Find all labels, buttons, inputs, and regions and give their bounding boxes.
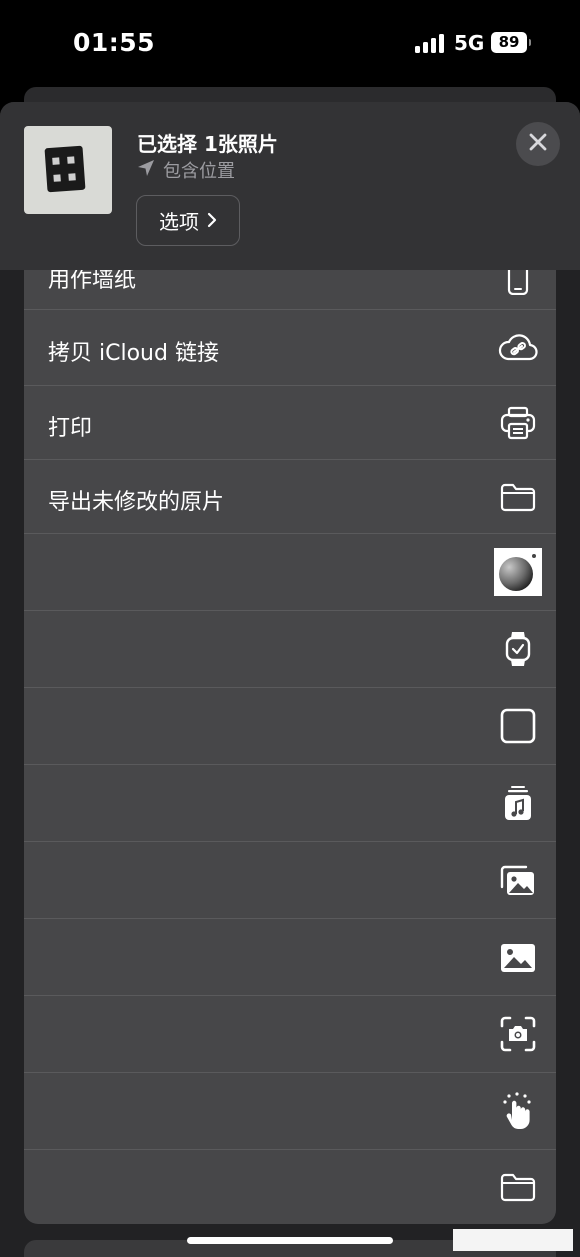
square-icon	[498, 706, 538, 746]
camera-scan-icon	[498, 1014, 538, 1054]
action-list: 用作墙纸 拷贝 iCloud 链接 打印 导出未修改的原片	[24, 236, 556, 1224]
location-label: 包含位置	[163, 161, 235, 182]
action-label: 拷贝 iCloud 链接	[48, 341, 219, 366]
folder-icon	[498, 477, 538, 517]
hand-tap-icon	[498, 1091, 538, 1131]
action-row-folder[interactable]	[24, 1150, 556, 1224]
app-sphere-icon	[494, 548, 542, 596]
action-label: 导出未修改的原片	[48, 490, 225, 515]
action-row-app-sphere[interactable]	[24, 534, 556, 611]
music-stack-icon	[498, 783, 538, 823]
action-row-print[interactable]: 打印	[24, 386, 556, 460]
corner-overlay	[453, 1229, 573, 1251]
signal-icon	[415, 33, 445, 53]
close-icon	[529, 133, 547, 155]
share-sheet-header: 已选择 1张照片 包含位置 选项	[0, 102, 580, 270]
action-row-export-unmodified-original[interactable]: 导出未修改的原片	[24, 460, 556, 534]
chevron-right-icon	[207, 209, 217, 233]
folder-icon	[498, 1167, 538, 1207]
action-row-copy-icloud-link[interactable]: 拷贝 iCloud 链接	[24, 310, 556, 386]
icloud-link-icon	[498, 328, 538, 368]
battery-icon: 89	[491, 32, 531, 53]
printer-icon	[498, 403, 538, 443]
action-row-hand-tap[interactable]	[24, 1073, 556, 1150]
action-label: 打印	[48, 416, 93, 441]
action-row-square[interactable]	[24, 688, 556, 765]
action-row-photo[interactable]	[24, 919, 556, 996]
action-row-camera-scan[interactable]	[24, 996, 556, 1073]
location-arrow-icon	[137, 159, 155, 182]
battery-level: 89	[491, 32, 527, 53]
options-button[interactable]: 选项	[136, 195, 240, 246]
action-row-photo-stack[interactable]	[24, 842, 556, 919]
share-sheet-screen: 01:55 5G 89 用作墙纸 拷贝 iCloud 链接 打印 导出未修改的原…	[0, 0, 580, 1257]
home-indicator[interactable]	[187, 1237, 393, 1244]
options-label: 选项	[159, 210, 199, 234]
photo-stack-icon	[498, 861, 538, 901]
network-type: 5G	[454, 31, 485, 55]
action-row-watch[interactable]	[24, 611, 556, 688]
location-info: 包含位置	[137, 157, 235, 183]
selection-title: 已选择 1张照片	[137, 132, 278, 156]
photo-thumbnail[interactable]	[24, 126, 112, 214]
status-time: 01:55	[73, 28, 156, 57]
close-button[interactable]	[516, 122, 560, 166]
watch-icon	[498, 629, 538, 669]
action-row-music-stack[interactable]	[24, 765, 556, 842]
photo-icon	[498, 938, 538, 978]
status-bar: 01:55 5G 89	[0, 0, 580, 90]
